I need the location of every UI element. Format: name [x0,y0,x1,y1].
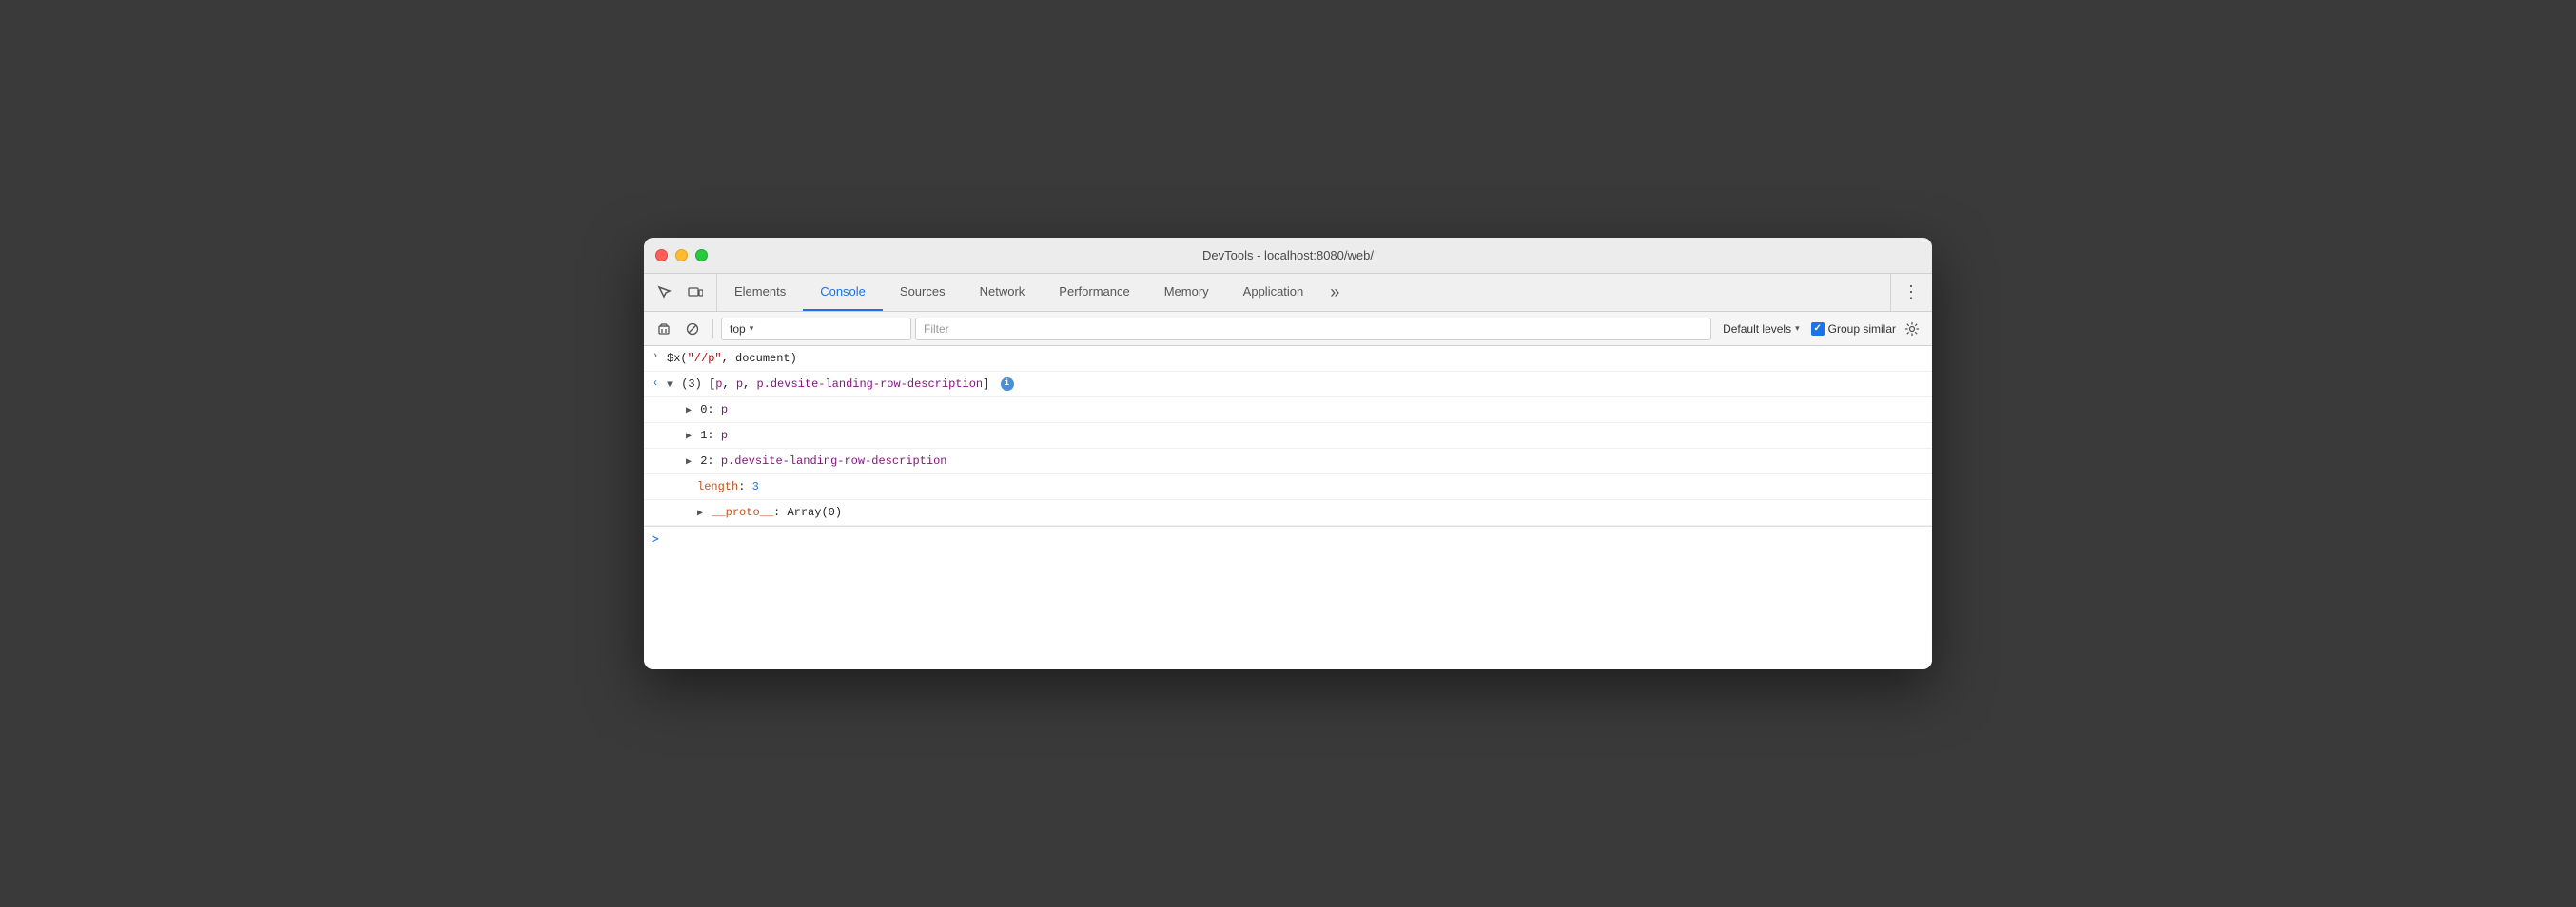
group-similar-label-container: Group similar [1828,322,1896,336]
array-item-1-content: ▶ 1: p [682,427,1924,444]
array-item-0-content: ▶ 0: p [682,401,1924,418]
item-2-gutter [667,453,682,454]
length-value: 3 [752,480,759,493]
console-command: $x("//p", document) [663,350,1924,367]
proto-value: Array(0) [787,506,842,519]
collapse-triangle-icon[interactable]: ▼ [667,378,673,393]
tab-network[interactable]: Network [963,274,1043,311]
tabs: Elements Console Sources Network Perform… [717,274,1890,311]
array-bracket-close: ] [983,377,989,391]
checkmark-icon: ✓ [1813,323,1821,334]
chevron-down-icon: ▾ [1795,323,1800,334]
item-0-index: 0: [700,403,721,416]
item-2-index: 2: [700,454,721,468]
array-item-2-row: ▶ 2: p.devsite-landing-row-description [644,449,1932,474]
console-input-line: > [644,526,1932,552]
settings-gear-button[interactable] [1900,317,1924,341]
length-content: length: 3 [693,478,1924,495]
expand-triangle-icon[interactable]: ▶ [686,430,692,444]
console-output: › $x("//p", document) ‹ ▼ (3) [p, p, p.d… [644,346,1932,669]
length-colon: : [738,480,751,493]
device-toolbar-icon[interactable] [682,280,709,306]
item-1-value: p [721,429,728,442]
no-messages-icon[interactable] [680,317,705,341]
item-0-value: p [721,403,728,416]
prompt-arrow-icon: › [653,351,659,362]
filter-input[interactable] [915,318,1711,340]
title-bar: DevTools - localhost:8080/web/ [644,238,1932,274]
tab-elements[interactable]: Elements [717,274,803,311]
length-gutter [678,478,693,479]
console-input-entry: › $x("//p", document) [644,346,1932,372]
back-gutter: ‹ [648,376,663,390]
expand-triangle-icon[interactable]: ▶ [697,507,703,521]
item-1-index: 1: [700,429,721,442]
array-item-0-row: ▶ 0: p [644,397,1932,423]
tab-application[interactable]: Application [1226,274,1321,311]
tab-bar: Elements Console Sources Network Perform… [644,274,1932,312]
prompt-gutter: › [648,350,663,362]
console-result: ▼ (3) [p, p, p.devsite-landing-row-descr… [663,376,1924,393]
proto-content: ▶ __proto__: Array(0) [693,504,1924,521]
array-item-2: p [736,377,743,391]
devtools-menu-button[interactable]: ⋮ [1903,282,1921,302]
maximize-button[interactable] [695,249,708,261]
tab-memory[interactable]: Memory [1147,274,1226,311]
array-item-1-row: ▶ 1: p [644,423,1932,449]
window-title: DevTools - localhost:8080/web/ [1202,248,1374,262]
console-input-prompt: > [652,532,659,547]
length-row: length: 3 [644,474,1932,500]
more-tabs-button[interactable]: » [1320,274,1349,311]
array-comma-2: , [743,377,756,391]
tab-sources[interactable]: Sources [883,274,963,311]
command-text: $x("//p", document) [667,352,797,365]
tab-bar-right: ⋮ [1890,274,1932,311]
proto-gutter [678,504,693,505]
chevron-down-icon: ▾ [750,323,754,334]
expand-triangle-icon[interactable]: ▶ [686,455,692,470]
toolbar-divider-1 [712,319,713,338]
context-selector[interactable]: top ▾ [721,318,911,340]
expand-triangle-icon[interactable]: ▶ [686,404,692,418]
item-1-gutter [667,427,682,428]
length-label: length [697,480,738,493]
tab-bar-icons [644,274,717,311]
minimize-button[interactable] [675,249,688,261]
group-similar-checkbox[interactable]: ✓ [1811,322,1825,336]
array-comma-1: , [722,377,735,391]
log-levels-button[interactable]: Default levels ▾ [1715,318,1807,340]
console-input-field[interactable] [667,533,1924,547]
inspect-element-icon[interactable] [652,280,678,306]
array-item-2-content: ▶ 2: p.devsite-landing-row-description [682,453,1924,470]
proto-row: ▶ __proto__: Array(0) [644,500,1932,526]
item-2-value: p.devsite-landing-row-description [721,454,947,468]
close-button[interactable] [655,249,668,261]
console-toolbar: top ▾ Default levels ▾ ✓ Group similar [644,312,1932,346]
traffic-lights [655,249,708,261]
console-result-entry: ‹ ▼ (3) [p, p, p.devsite-landing-row-des… [644,372,1932,397]
proto-label: __proto__ [712,506,773,519]
item-0-gutter [667,401,682,402]
tab-console[interactable]: Console [803,274,883,311]
proto-colon: : [773,506,787,519]
info-badge[interactable]: i [1001,377,1014,391]
tab-performance[interactable]: Performance [1042,274,1146,311]
clear-console-button[interactable] [652,317,676,341]
back-arrow-icon: ‹ [652,376,658,390]
devtools-window: DevTools - localhost:8080/web/ Elements [644,238,1932,669]
array-count: (3) [681,377,709,391]
array-item-3: p.devsite-landing-row-description [756,377,983,391]
